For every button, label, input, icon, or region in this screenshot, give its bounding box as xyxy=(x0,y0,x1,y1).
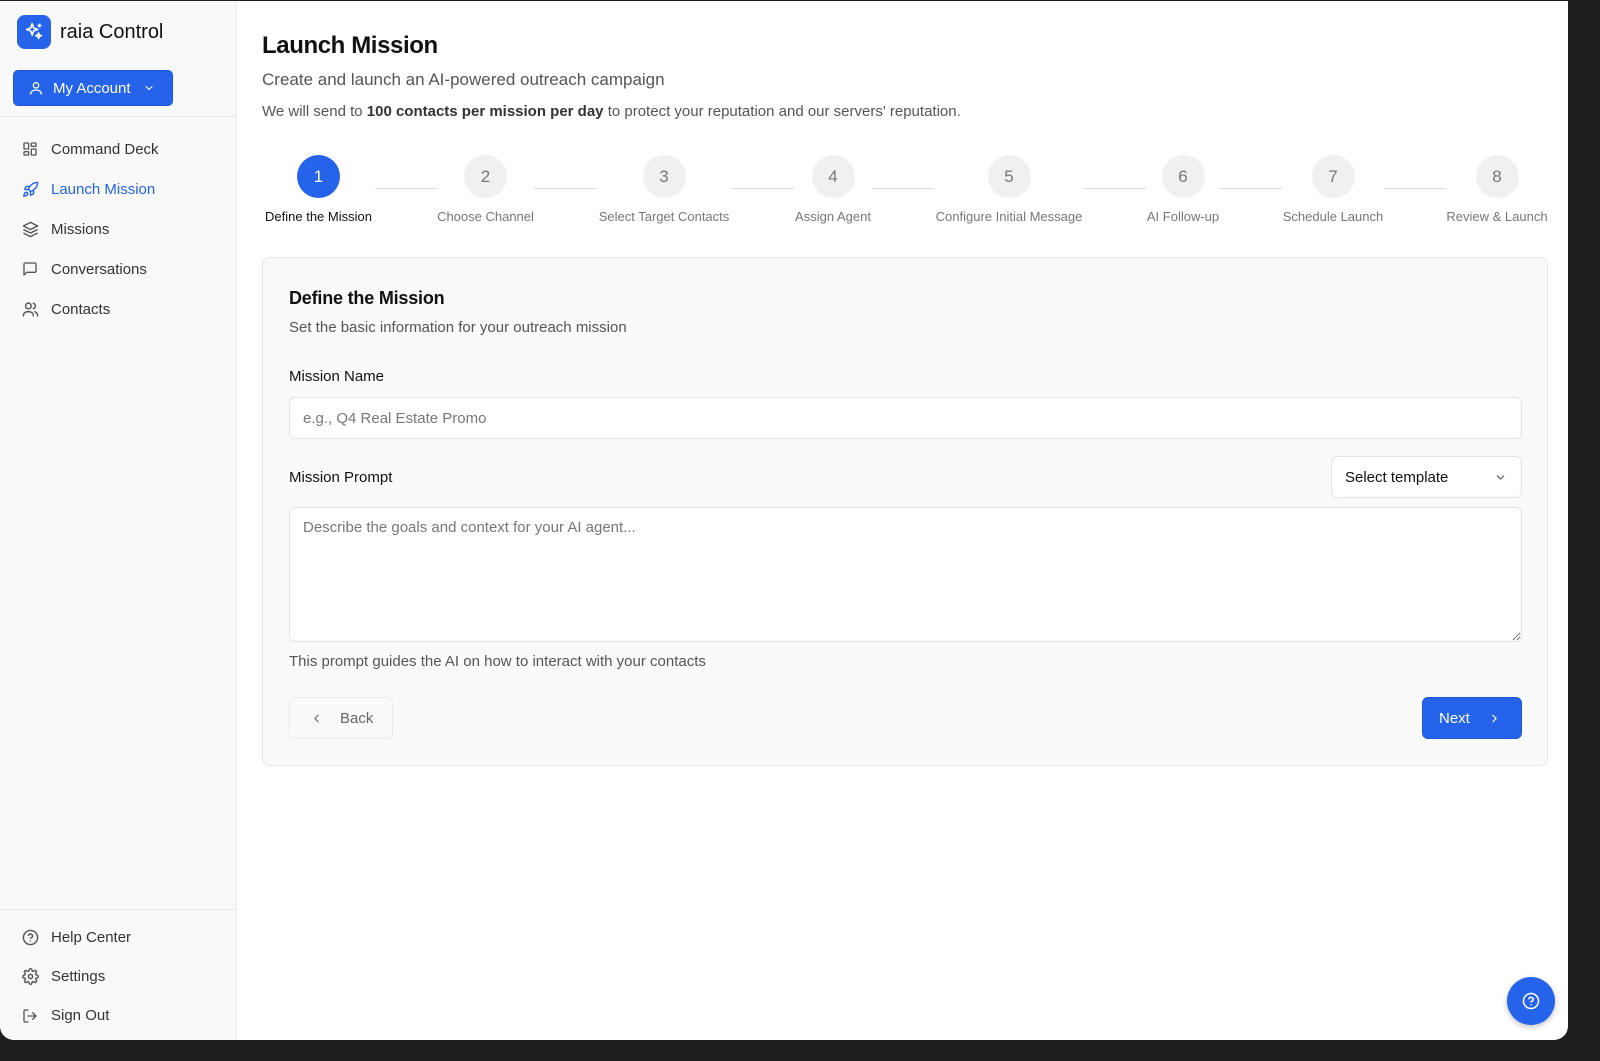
step-number: 2 xyxy=(464,155,507,198)
my-account-button[interactable]: My Account xyxy=(13,70,173,106)
template-select-value: Select template xyxy=(1345,468,1449,486)
layers-icon xyxy=(21,220,39,238)
sparkles-icon xyxy=(17,15,51,49)
page-title: Launch Mission xyxy=(262,32,438,59)
step-5[interactable]: 5 Configure Initial Message xyxy=(934,155,1084,224)
step-number: 5 xyxy=(987,155,1031,198)
sidebar: raia Control My Account Command Deck Lau… xyxy=(0,1,237,1040)
step-label: Configure Initial Message xyxy=(935,209,1083,224)
mission-prompt-textarea[interactable] xyxy=(289,507,1522,642)
step-number: 3 xyxy=(642,155,686,198)
mission-name-label: Mission Name xyxy=(289,368,385,385)
next-label: Next xyxy=(1439,709,1470,727)
step-number: 8 xyxy=(1475,155,1519,198)
card-description: Set the basic information for your outre… xyxy=(289,319,627,336)
mission-stepper: 1 Define the Mission 2 Choose Channel 3 … xyxy=(262,155,1552,225)
define-mission-card: Define the Mission Set the basic informa… xyxy=(262,257,1548,766)
step-connector xyxy=(1384,188,1446,189)
message-square-icon xyxy=(21,260,39,278)
app-window: raia Control My Account Command Deck Lau… xyxy=(0,1,1568,1040)
mission-prompt-label: Mission Prompt xyxy=(289,469,393,486)
mission-name-input[interactable] xyxy=(289,397,1522,439)
step-connector xyxy=(1084,188,1146,189)
step-number: 4 xyxy=(811,155,855,198)
sidebar-item-conversations[interactable]: Conversations xyxy=(0,249,237,289)
brand[interactable]: raia Control xyxy=(17,15,163,49)
back-label: Back xyxy=(340,709,374,727)
step-4[interactable]: 4 Assign Agent xyxy=(794,155,872,224)
step-label: Select Target Contacts xyxy=(598,209,730,224)
mission-prompt-hint: This prompt guides the AI on how to inte… xyxy=(289,653,706,670)
step-connector xyxy=(375,188,437,189)
sidebar-item-sign-out[interactable]: Sign Out xyxy=(0,996,237,1035)
sending-limit-note: We will send to 100 contacts per mission… xyxy=(262,103,961,120)
note-suffix: to protect your reputation and our serve… xyxy=(603,103,961,120)
sidebar-nav: Command Deck Launch Mission Missions Con… xyxy=(0,129,237,329)
sidebar-divider xyxy=(0,116,237,117)
step-number: 6 xyxy=(1161,155,1205,198)
chevron-down-icon xyxy=(1494,471,1507,484)
sidebar-item-label: Settings xyxy=(51,968,106,985)
sidebar-item-settings[interactable]: Settings xyxy=(0,957,237,996)
sidebar-item-label: Missions xyxy=(51,220,110,238)
next-button[interactable]: Next xyxy=(1422,697,1522,739)
sidebar-divider xyxy=(0,909,237,910)
sidebar-item-label: Launch Mission xyxy=(51,180,156,198)
step-connector xyxy=(872,188,934,189)
card-title: Define the Mission xyxy=(289,288,445,308)
gear-icon xyxy=(21,968,39,986)
step-number: 7 xyxy=(1311,155,1355,198)
user-icon xyxy=(28,80,44,96)
step-connector xyxy=(534,188,596,189)
sidebar-item-label: Help Center xyxy=(51,929,132,946)
step-connector xyxy=(1220,188,1282,189)
help-circle-icon xyxy=(21,929,39,947)
chevron-left-icon xyxy=(310,712,323,725)
template-select[interactable]: Select template xyxy=(1331,456,1522,498)
sidebar-item-label: Command Deck xyxy=(51,140,159,158)
step-number: 1 xyxy=(297,155,340,198)
step-label: Choose Channel xyxy=(437,209,534,224)
sidebar-item-label: Conversations xyxy=(51,260,147,278)
help-circle-icon xyxy=(1522,992,1540,1010)
app-name: raia Control xyxy=(60,20,164,43)
step-label: Define the Mission xyxy=(265,209,372,224)
step-label: Assign Agent xyxy=(795,209,871,224)
step-connector xyxy=(732,188,794,189)
step-label: Review & Launch xyxy=(1446,209,1548,224)
step-6[interactable]: 6 AI Follow-up xyxy=(1146,155,1220,224)
chevron-down-icon xyxy=(143,82,155,94)
chevron-right-icon xyxy=(1488,712,1501,725)
sidebar-item-contacts[interactable]: Contacts xyxy=(0,289,237,329)
step-7[interactable]: 7 Schedule Launch xyxy=(1282,155,1384,224)
users-icon xyxy=(21,300,39,318)
page-subtitle: Create and launch an AI-powered outreach… xyxy=(262,70,665,89)
step-3[interactable]: 3 Select Target Contacts xyxy=(596,155,732,224)
step-2[interactable]: 2 Choose Channel xyxy=(437,155,534,224)
step-label: AI Follow-up xyxy=(1146,209,1220,224)
help-chat-button[interactable] xyxy=(1507,977,1555,1025)
back-button[interactable]: Back xyxy=(289,697,393,739)
sidebar-item-label: Contacts xyxy=(51,300,111,318)
step-8[interactable]: 8 Review & Launch xyxy=(1446,155,1548,224)
step-label: Schedule Launch xyxy=(1282,209,1384,224)
rocket-icon xyxy=(21,180,39,198)
my-account-label: My Account xyxy=(53,79,131,97)
sidebar-item-label: Sign Out xyxy=(51,1007,110,1024)
sidebar-item-launch-mission[interactable]: Launch Mission xyxy=(0,169,237,209)
step-1[interactable]: 1 Define the Mission xyxy=(262,155,375,224)
sidebar-item-help-center[interactable]: Help Center xyxy=(0,918,237,957)
note-prefix: We will send to xyxy=(262,103,367,120)
sidebar-footer-nav: Help Center Settings Sign Out xyxy=(0,918,237,1035)
note-bold: 100 contacts per mission per day xyxy=(366,103,604,120)
log-out-icon xyxy=(21,1007,39,1025)
sidebar-item-missions[interactable]: Missions xyxy=(0,209,237,249)
sidebar-item-command-deck[interactable]: Command Deck xyxy=(0,129,237,169)
grid-icon xyxy=(21,140,39,158)
